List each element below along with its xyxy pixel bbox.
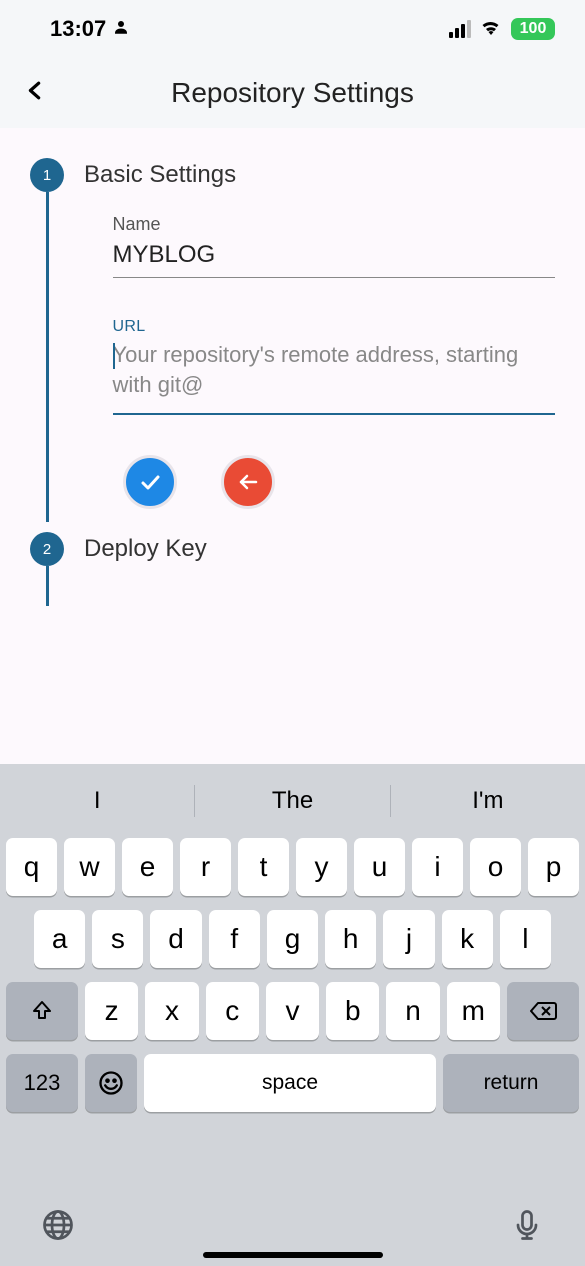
key-u[interactable]: u <box>354 838 405 896</box>
status-left: 13:07 <box>50 16 130 42</box>
back-button[interactable] <box>24 76 46 111</box>
name-field: Name <box>113 214 556 278</box>
key-x[interactable]: x <box>145 982 198 1040</box>
url-label: URL <box>113 318 556 336</box>
key-q[interactable]: q <box>6 838 57 896</box>
home-indicator[interactable] <box>203 1252 383 1258</box>
cancel-button[interactable] <box>221 455 275 509</box>
key-g[interactable]: g <box>267 910 318 968</box>
suggestion-bar: I The I'm <box>0 772 585 830</box>
key-t[interactable]: t <box>238 838 289 896</box>
key-w[interactable]: w <box>64 838 115 896</box>
shift-key[interactable] <box>6 982 78 1040</box>
step-basic-title: Basic Settings <box>84 161 236 189</box>
keyboard: I The I'm q w e r t y u i o p a s d f g … <box>0 764 585 1266</box>
person-icon <box>112 16 130 42</box>
key-h[interactable]: h <box>325 910 376 968</box>
suggestion-1[interactable]: I <box>0 787 194 815</box>
emoji-key[interactable] <box>85 1054 137 1112</box>
step-badge-1: 1 <box>30 158 64 192</box>
wifi-icon <box>479 15 503 44</box>
key-p[interactable]: p <box>528 838 579 896</box>
step-deploy-title: Deploy Key <box>84 535 207 563</box>
key-e[interactable]: e <box>122 838 173 896</box>
key-j[interactable]: j <box>383 910 434 968</box>
content-area: 1 Basic Settings Name URL Your repositor… <box>0 128 585 764</box>
mic-icon[interactable] <box>509 1207 545 1248</box>
step-basic-header: 1 Basic Settings <box>30 158 555 192</box>
step-deploy-header: 2 Deploy Key <box>30 532 555 566</box>
name-input[interactable] <box>113 239 556 278</box>
text-cursor <box>113 343 115 369</box>
globe-icon[interactable] <box>40 1207 76 1248</box>
key-m[interactable]: m <box>447 982 500 1040</box>
key-row-2: a s d f g h j k l <box>6 910 579 968</box>
key-d[interactable]: d <box>150 910 201 968</box>
key-k[interactable]: k <box>442 910 493 968</box>
url-field: URL Your repository's remote address, st… <box>113 318 556 415</box>
key-row-4: 123 space return <box>6 1054 579 1112</box>
status-bar: 13:07 100 <box>0 0 585 58</box>
status-time: 13:07 <box>50 16 106 42</box>
name-label: Name <box>113 214 556 235</box>
battery-indicator: 100 <box>511 18 555 40</box>
url-placeholder-text: Your repository's remote address, starti… <box>113 342 519 397</box>
key-y[interactable]: y <box>296 838 347 896</box>
nav-bar: Repository Settings <box>0 58 585 128</box>
key-s[interactable]: s <box>92 910 143 968</box>
key-row-1: q w e r t y u i o p <box>6 838 579 896</box>
key-rows: q w e r t y u i o p a s d f g h j k l z <box>0 830 585 1112</box>
return-key[interactable]: return <box>443 1054 579 1112</box>
key-f[interactable]: f <box>209 910 260 968</box>
backspace-key[interactable] <box>507 982 579 1040</box>
key-o[interactable]: o <box>470 838 521 896</box>
key-c[interactable]: c <box>206 982 259 1040</box>
key-l[interactable]: l <box>500 910 551 968</box>
key-r[interactable]: r <box>180 838 231 896</box>
key-row-3: z x c v b n m <box>6 982 579 1040</box>
space-key[interactable]: space <box>144 1054 436 1112</box>
url-input[interactable]: Your repository's remote address, starti… <box>113 340 556 415</box>
suggestion-2[interactable]: The <box>195 787 389 815</box>
key-a[interactable]: a <box>34 910 85 968</box>
step-basic-body: Name URL Your repository's remote addres… <box>30 192 555 522</box>
key-b[interactable]: b <box>326 982 379 1040</box>
confirm-button[interactable] <box>123 455 177 509</box>
key-n[interactable]: n <box>386 982 439 1040</box>
key-i[interactable]: i <box>412 838 463 896</box>
step-connector-line-2 <box>46 566 49 606</box>
numbers-key[interactable]: 123 <box>6 1054 78 1112</box>
cellular-icon <box>449 20 471 38</box>
page-title: Repository Settings <box>171 77 414 109</box>
key-z[interactable]: z <box>85 982 138 1040</box>
keyboard-bottom-row <box>0 1207 585 1248</box>
status-right: 100 <box>449 15 555 44</box>
suggestion-3[interactable]: I'm <box>391 787 585 815</box>
step-badge-2: 2 <box>30 532 64 566</box>
key-v[interactable]: v <box>266 982 319 1040</box>
action-row <box>113 455 556 509</box>
